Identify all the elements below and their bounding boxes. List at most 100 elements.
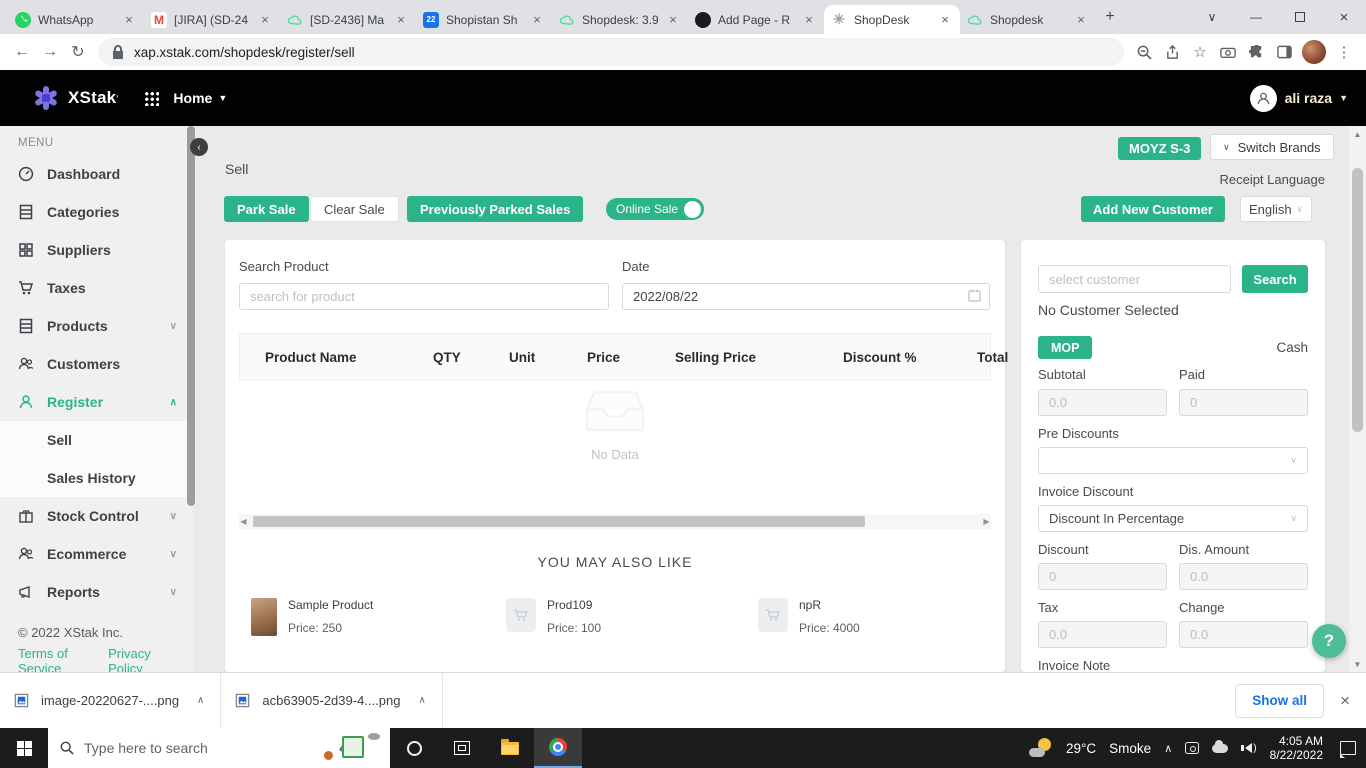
action-center-icon[interactable] <box>1340 741 1356 758</box>
camera-icon[interactable] <box>1214 38 1242 66</box>
search-highlight-illustration[interactable] <box>318 733 382 763</box>
show-all-button[interactable]: Show all <box>1235 683 1325 718</box>
tab-close-icon[interactable]: × <box>257 12 273 27</box>
bookmark-star-icon[interactable]: ☆ <box>1186 38 1214 66</box>
sidebar-item-sell[interactable]: Sell <box>0 421 193 459</box>
taskbar-search[interactable]: Type here to search <box>48 728 390 768</box>
user-menu[interactable]: ali raza ▼ <box>1285 90 1348 106</box>
chrome-taskbar-button[interactable] <box>534 728 582 768</box>
add-new-customer-button[interactable]: Add New Customer <box>1081 196 1225 222</box>
capture-tray-icon[interactable] <box>1185 742 1200 754</box>
suggested-product[interactable]: npR Price: 4000 <box>758 598 860 635</box>
suggested-product[interactable]: Prod109 Price: 100 <box>506 598 601 635</box>
scroll-up-icon[interactable]: ▲ <box>1349 126 1366 142</box>
sidebar-item-stock-control[interactable]: Stock Control ∨ <box>0 497 193 535</box>
suggested-product[interactable]: Sample Product Price: 250 <box>251 598 373 636</box>
tab-close-icon[interactable]: × <box>1073 12 1089 27</box>
help-button[interactable]: ? <box>1312 624 1346 658</box>
user-avatar[interactable] <box>1249 84 1277 112</box>
download-item[interactable]: image-20220627-....png ∧ <box>0 673 222 728</box>
sidebar-item-suppliers[interactable]: Suppliers <box>0 231 193 269</box>
sidebar-item-ecommerce[interactable]: Ecommerce ∨ <box>0 535 193 573</box>
back-icon[interactable]: ← <box>8 38 36 66</box>
customer-select-input[interactable] <box>1038 265 1231 293</box>
sidebar-item-sales-history[interactable]: Sales History <box>0 459 193 497</box>
horizontal-scrollbar[interactable]: ◀ ▶ <box>239 514 991 529</box>
date-input[interactable] <box>622 283 990 310</box>
tab-close-icon[interactable]: × <box>393 12 409 27</box>
tab-shopistan[interactable]: 22 Shopistan Sh × <box>416 5 552 34</box>
cortana-button[interactable] <box>390 728 438 768</box>
forward-icon[interactable]: → <box>36 38 64 66</box>
tab-close-icon[interactable]: × <box>937 12 953 27</box>
download-item[interactable]: acb63905-2d39-4....png ∧ <box>221 673 443 728</box>
tab-close-icon[interactable]: × <box>121 12 137 27</box>
zoom-icon[interactable] <box>1130 38 1158 66</box>
tab-whatsapp[interactable]: WhatsApp × <box>8 5 144 34</box>
profile-avatar[interactable] <box>1302 40 1326 64</box>
online-sale-toggle[interactable]: Online Sale <box>606 198 705 220</box>
paid-input[interactable] <box>1179 389 1308 416</box>
tab-close-icon[interactable]: × <box>529 12 545 27</box>
discount-input[interactable] <box>1038 563 1167 590</box>
restore-icon[interactable] <box>1278 0 1322 34</box>
product-search-input[interactable] <box>239 283 609 310</box>
onedrive-icon[interactable] <box>1212 739 1229 753</box>
tab-search-icon[interactable]: ∨ <box>1190 0 1234 34</box>
scroll-right-icon[interactable]: ▶ <box>982 517 991 526</box>
scrollbar-thumb[interactable] <box>253 516 865 527</box>
tab-close-icon[interactable]: × <box>801 12 817 27</box>
app-grid-icon[interactable] <box>144 90 160 106</box>
sidebar-item-products[interactable]: Products ∨ <box>0 307 193 345</box>
tab-sd2436[interactable]: [SD-2436] Ma × <box>280 5 416 34</box>
tab-add-page[interactable]: Add Page - R × <box>688 5 824 34</box>
receipt-language-select[interactable]: English ∨ <box>1240 196 1312 222</box>
side-panel-icon[interactable] <box>1270 38 1298 66</box>
scrollbar-thumb[interactable] <box>1352 168 1363 432</box>
weather-temp[interactable]: 29°C <box>1066 741 1096 756</box>
tab-close-icon[interactable]: × <box>665 12 681 27</box>
weather-icon[interactable] <box>1029 738 1053 758</box>
date-field[interactable] <box>622 283 990 310</box>
home-menu[interactable]: Home ▼ <box>173 90 227 106</box>
start-button[interactable] <box>0 728 48 768</box>
close-downloads-icon[interactable]: × <box>1340 691 1350 711</box>
scroll-down-icon[interactable]: ▼ <box>1349 656 1366 672</box>
tab-shopdesk-2[interactable]: Shopdesk × <box>960 5 1096 34</box>
chevron-up-icon[interactable]: ∧ <box>418 695 425 706</box>
close-window-icon[interactable]: × <box>1322 0 1366 34</box>
scroll-left-icon[interactable]: ◀ <box>239 517 248 526</box>
reload-icon[interactable]: ↻ <box>64 38 92 66</box>
customer-search-button[interactable]: Search <box>1242 265 1308 293</box>
invoice-discount-select[interactable]: Discount In Percentage ∨ <box>1038 505 1308 532</box>
taskbar-clock[interactable]: 4:05 AM 8/22/2022 <box>1270 734 1323 762</box>
address-bar[interactable]: xap.xstak.com/shopdesk/register/sell <box>98 38 1124 66</box>
tab-jira[interactable]: M [JIRA] (SD-24 × <box>144 5 280 34</box>
sidebar-item-customers[interactable]: Customers <box>0 345 193 383</box>
tab-shopdesk-active[interactable]: ✳ ShopDesk × <box>824 5 960 34</box>
task-view-button[interactable] <box>438 728 486 768</box>
share-icon[interactable] <box>1158 38 1186 66</box>
extensions-icon[interactable] <box>1242 38 1270 66</box>
switch-brands-button[interactable]: ∨ Switch Brands <box>1210 134 1334 160</box>
park-sale-button[interactable]: Park Sale <box>224 196 309 222</box>
sidebar-item-taxes[interactable]: Taxes <box>0 269 193 307</box>
minimize-icon[interactable]: — <box>1234 0 1278 34</box>
pre-discounts-select[interactable]: ∨ <box>1038 447 1308 474</box>
sidebar-item-reports[interactable]: Reports ∨ <box>0 573 193 611</box>
page-scrollbar[interactable]: ▲ ▼ <box>1349 126 1366 672</box>
mop-button[interactable]: MOP <box>1038 336 1093 359</box>
chrome-menu-icon[interactable]: ⋮ <box>1330 38 1358 66</box>
sidebar-item-categories[interactable]: Categories <box>0 193 193 231</box>
chevron-up-icon[interactable]: ∧ <box>197 695 204 706</box>
clear-sale-button[interactable]: Clear Sale <box>310 196 399 222</box>
file-explorer-button[interactable] <box>486 728 534 768</box>
volume-icon[interactable]: ) <box>1241 743 1257 754</box>
tray-chevron-icon[interactable]: ∧ <box>1164 742 1172 755</box>
new-tab-button[interactable]: + <box>1096 3 1124 31</box>
tab-shopdesk-39[interactable]: Shopdesk: 3.9 × <box>552 5 688 34</box>
previously-parked-sales-button[interactable]: Previously Parked Sales <box>407 196 584 222</box>
sidebar-collapse-button[interactable]: ‹ <box>190 138 208 156</box>
sidebar-item-register[interactable]: Register ∧ <box>0 383 193 421</box>
sidebar-item-dashboard[interactable]: Dashboard <box>0 155 193 193</box>
